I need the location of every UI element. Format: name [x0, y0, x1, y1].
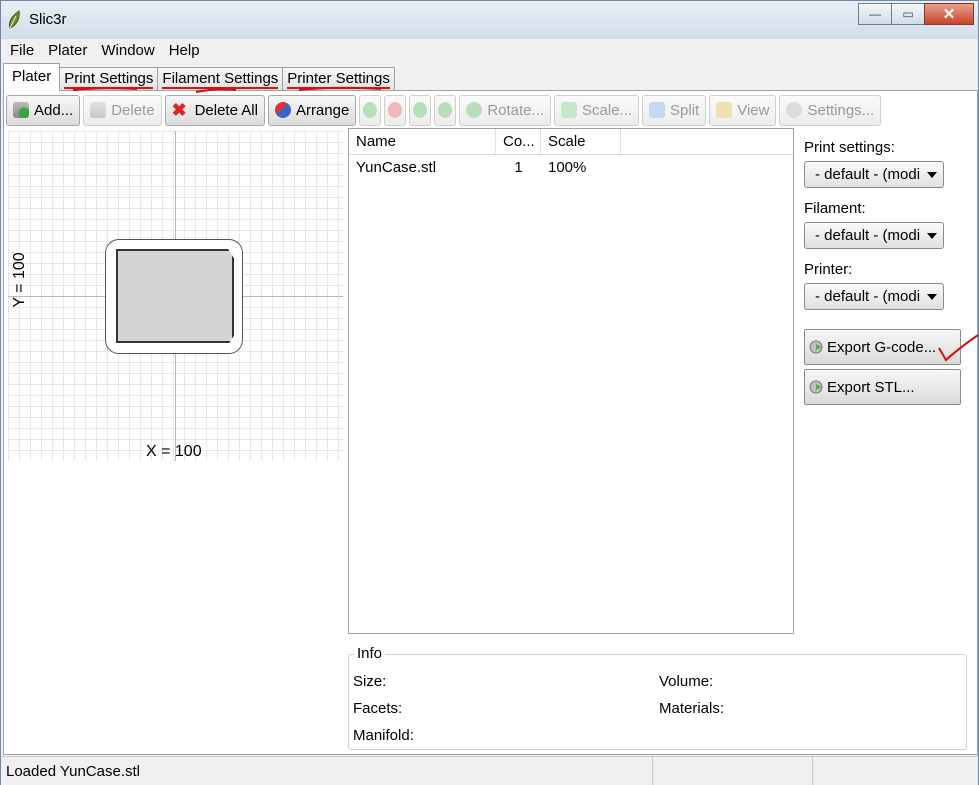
view-button[interactable]: View — [709, 94, 777, 126]
info-groupbox: Info Size: Volume: Facets: Materials: Ma… — [348, 645, 967, 750]
rotate-left-icon — [413, 102, 428, 118]
status-bar: Loaded YunCase.stl — [1, 756, 978, 785]
object-list[interactable]: Name Co... Scale YunCase.stl 1 100% — [348, 128, 794, 634]
delete-all-icon: ✖ — [171, 100, 187, 120]
increase-copies-button[interactable] — [359, 94, 382, 126]
column-header-scale[interactable]: Scale — [541, 129, 621, 154]
menu-help[interactable]: Help — [162, 42, 207, 59]
delete-object-icon — [90, 102, 107, 118]
info-facets-label: Facets: — [353, 700, 403, 717]
export-stl-icon — [809, 380, 823, 394]
decrease-copies-button[interactable] — [384, 94, 407, 126]
status-cell-3 — [813, 757, 976, 785]
view-cube-icon — [716, 102, 733, 118]
minus-icon — [388, 102, 403, 118]
print-settings-combo[interactable]: - default - (modi — [804, 161, 944, 188]
close-icon: ✕ — [942, 6, 956, 23]
add-button[interactable]: Add... — [6, 94, 81, 126]
plate-object-yuncase[interactable] — [116, 249, 234, 343]
delete-button[interactable]: Delete — [83, 94, 162, 126]
table-row[interactable]: YunCase.stl 1 100% — [349, 155, 793, 181]
info-manifold-label: Manifold: — [353, 727, 414, 744]
add-object-icon — [13, 102, 29, 118]
minimize-icon: — — [869, 7, 881, 21]
split-icon — [649, 102, 666, 118]
tab-printer-settings[interactable]: Printer Settings — [282, 67, 395, 91]
rotate-right-icon — [438, 102, 453, 118]
rotate-button[interactable]: Rotate... — [459, 94, 552, 126]
printer-combo[interactable]: - default - (modi — [804, 283, 944, 310]
y-dimension-label: Y = 100 — [11, 252, 28, 308]
gear-icon — [786, 102, 803, 118]
rotate-right-button[interactable] — [434, 94, 457, 126]
column-header-copies[interactable]: Co... — [496, 129, 541, 154]
status-text: Loaded YunCase.stl — [1, 757, 653, 785]
info-size-label: Size: — [353, 673, 387, 690]
window-title: Slic3r — [29, 11, 67, 28]
delete-all-button[interactable]: ✖ Delete All — [164, 94, 265, 126]
toolbar: Add... Delete ✖ Delete All Arrange Rotat… — [6, 93, 884, 127]
maximize-icon: ▭ — [902, 7, 914, 21]
rotate-icon — [466, 102, 483, 118]
arrange-icon — [274, 102, 291, 118]
status-cell-2 — [653, 757, 813, 785]
settings-button[interactable]: Settings... — [779, 94, 882, 126]
x-dimension-label: X = 100 — [146, 443, 202, 460]
chevron-down-icon — [927, 232, 937, 239]
minimize-button[interactable]: — — [858, 3, 892, 25]
preset-sidebar: Print settings: - default - (modi Filame… — [804, 131, 974, 310]
info-volume-label: Volume: — [659, 673, 714, 690]
column-header-name[interactable]: Name — [349, 129, 496, 154]
chevron-down-icon — [927, 293, 937, 300]
close-button[interactable]: ✕ — [924, 3, 974, 25]
printer-label: Printer: — [804, 261, 853, 278]
menu-window[interactable]: Window — [94, 42, 161, 59]
row-copies-cell: 1 — [514, 159, 523, 176]
filament-combo[interactable]: - default - (modi — [804, 222, 944, 249]
object-list-header: Name Co... Scale — [349, 129, 793, 155]
menu-plater[interactable]: Plater — [41, 42, 94, 59]
maximize-button[interactable]: ▭ — [891, 3, 925, 25]
filament-label: Filament: — [804, 200, 866, 217]
chevron-down-icon — [927, 171, 937, 178]
slic3r-logo-icon — [9, 10, 20, 29]
scale-icon — [561, 102, 578, 118]
info-legend: Info — [354, 645, 386, 662]
menu-bar: File Plater Window Help — [1, 39, 978, 61]
app-window: Slic3r — ▭ ✕ File Plater Window Help Pla… — [0, 0, 979, 785]
arrange-button[interactable]: Arrange — [267, 94, 357, 126]
export-stl-button[interactable]: Export STL... — [804, 369, 961, 405]
title-bar[interactable]: Slic3r — ▭ ✕ — [1, 1, 978, 39]
tab-plater[interactable]: Plater — [3, 63, 61, 91]
scale-button[interactable]: Scale... — [554, 94, 640, 126]
rotate-left-button[interactable] — [409, 94, 432, 126]
tab-filament-settings[interactable]: Filament Settings — [157, 67, 284, 91]
print-settings-label: Print settings: — [804, 139, 895, 156]
export-gcode-button[interactable]: Export G-code... — [804, 329, 961, 365]
menu-file[interactable]: File — [3, 42, 41, 59]
export-gcode-icon — [809, 340, 823, 354]
tab-print-settings[interactable]: Print Settings — [59, 67, 159, 91]
plus-icon — [363, 102, 378, 118]
tab-bar: Plater Print Settings Filament Settings … — [3, 63, 395, 91]
row-name-cell: YunCase.stl — [356, 159, 437, 176]
info-materials-label: Materials: — [659, 700, 725, 717]
plate-canvas[interactable]: X = 100 Y = 100 — [8, 131, 343, 461]
row-scale-cell: 100% — [548, 159, 587, 176]
split-button[interactable]: Split — [642, 94, 707, 126]
